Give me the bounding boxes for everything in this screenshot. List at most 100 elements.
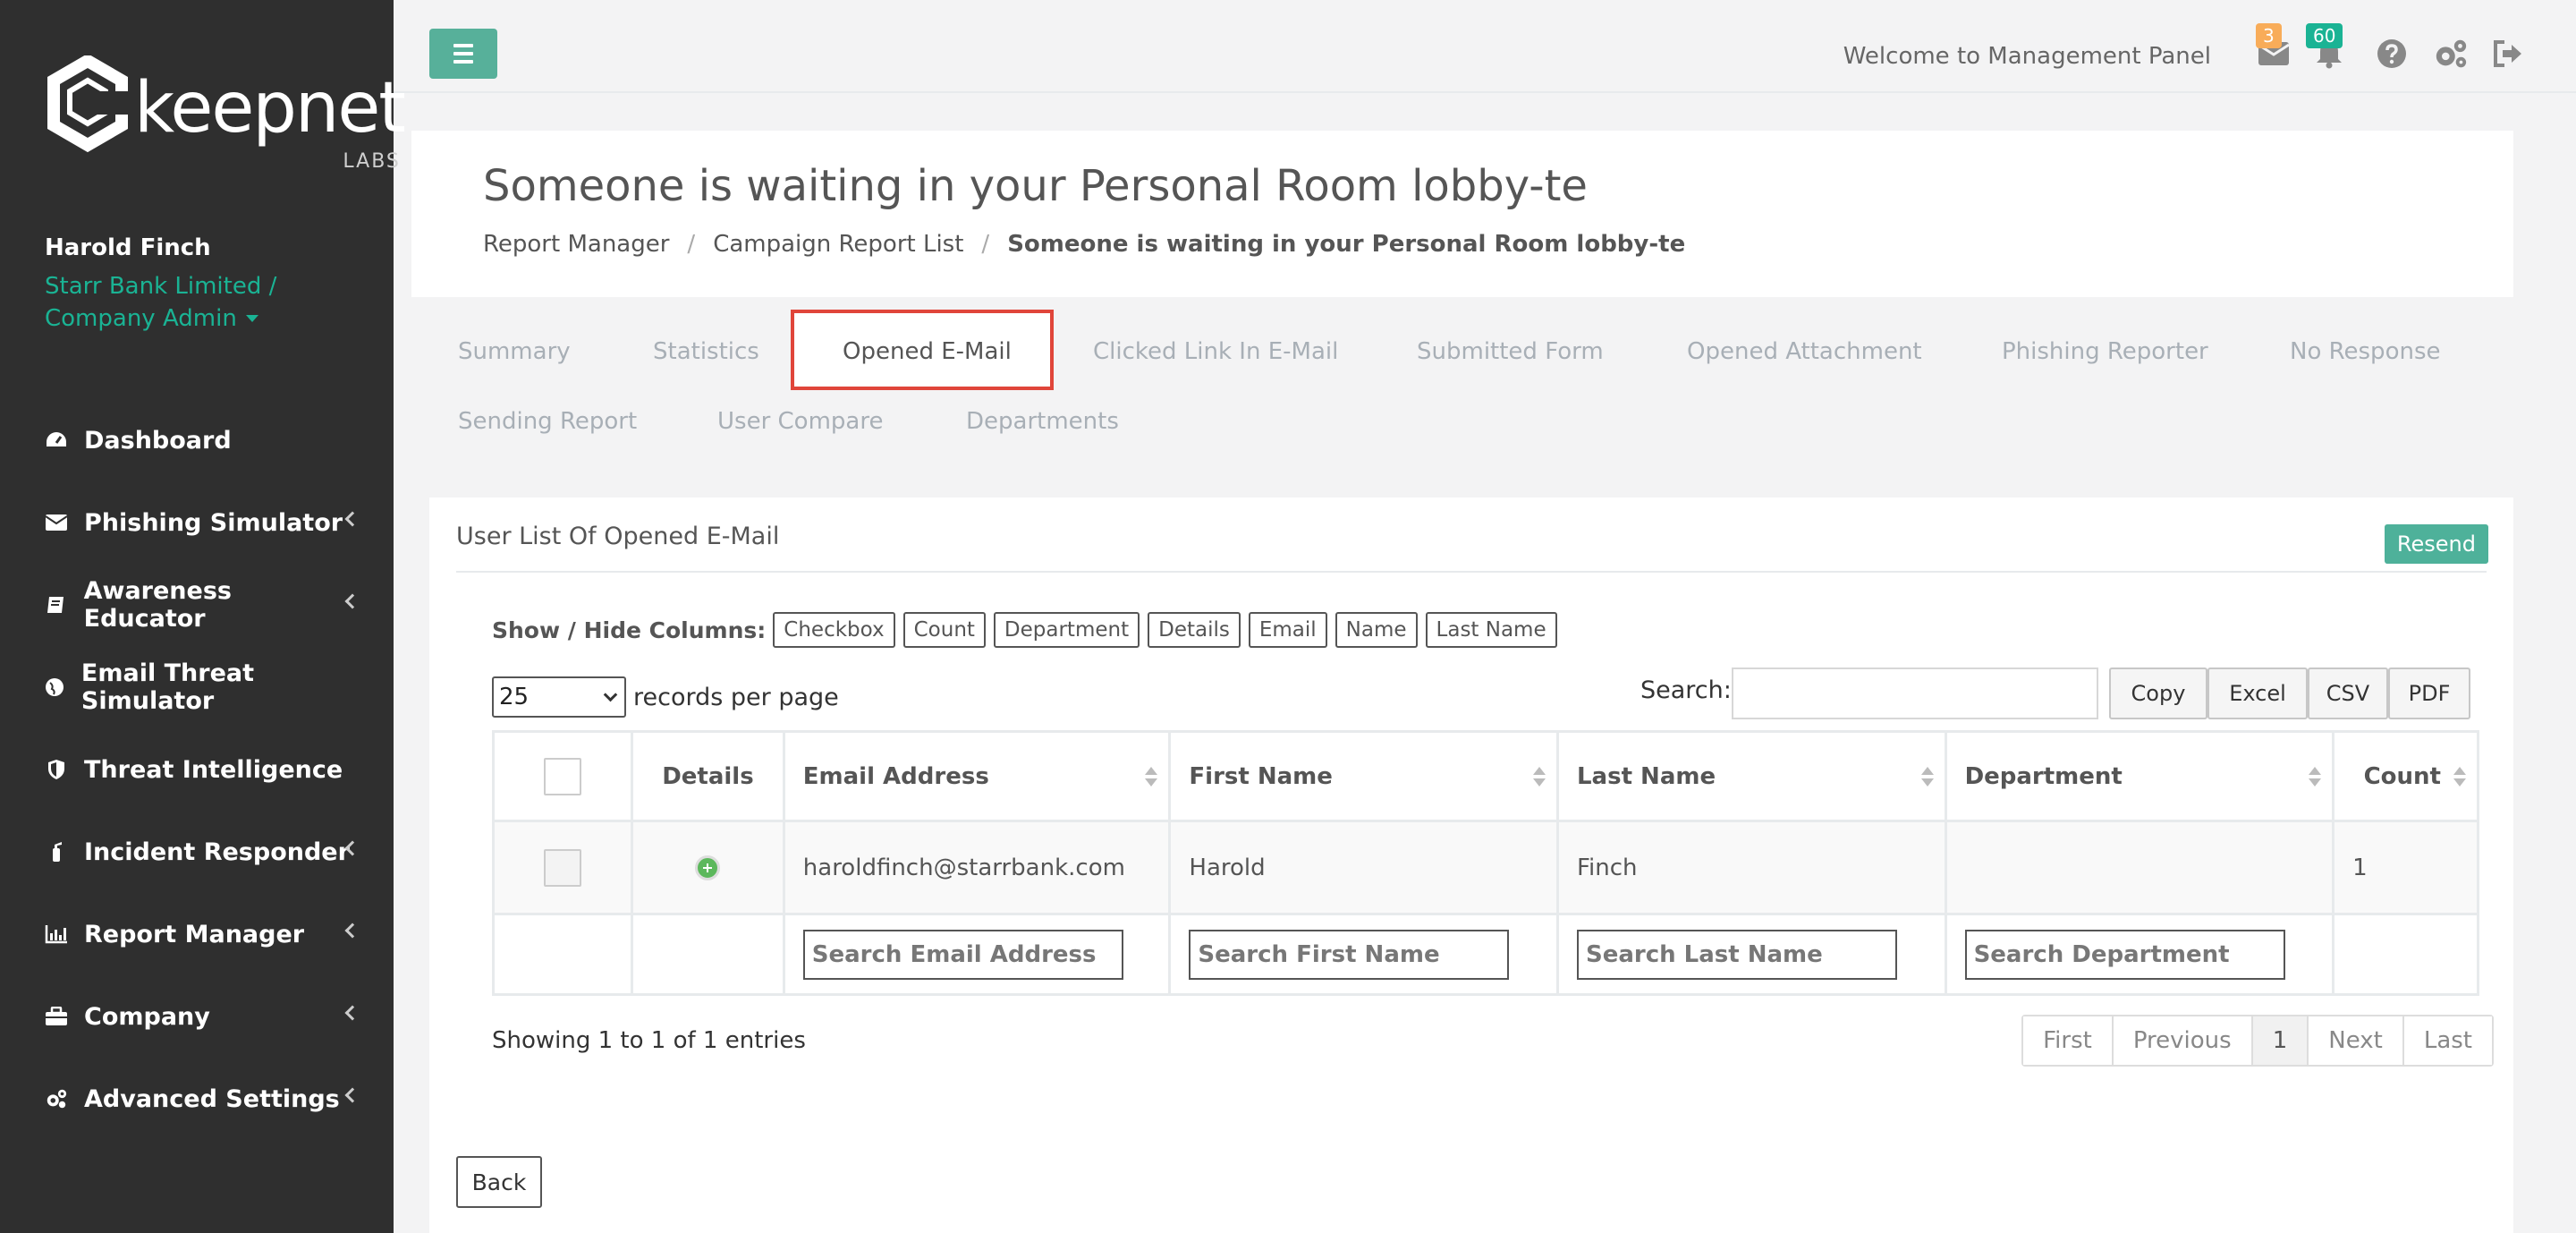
tab-clicked-link[interactable]: Clicked Link In E-Mail	[1093, 338, 1338, 365]
page-header: Someone is waiting in your Personal Room…	[411, 131, 2513, 297]
tab-statistics[interactable]: Statistics	[653, 338, 759, 365]
tab-no-response[interactable]: No Response	[2290, 338, 2441, 365]
tab-summary[interactable]: Summary	[458, 338, 571, 365]
tab-opened-email[interactable]: Opened E-Mail	[843, 338, 1012, 365]
user-profile: Harold Finch Starr Bank Limited / Compan…	[45, 234, 276, 335]
cell-first-name: Harold	[1168, 820, 1559, 915]
header-department[interactable]: Department	[1944, 730, 2335, 822]
logout-button[interactable]	[2490, 38, 2526, 70]
tab-sending-report[interactable]: Sending Report	[458, 408, 637, 435]
filter-empty-cell	[491, 913, 634, 996]
gears-icon	[45, 1087, 68, 1110]
breadcrumb-separator: /	[687, 231, 696, 258]
settings-button[interactable]	[2433, 38, 2469, 70]
header-email-address[interactable]: Email Address	[782, 730, 1172, 822]
help-button[interactable]	[2374, 38, 2410, 70]
sort-icon	[1145, 767, 1158, 788]
search-department-input[interactable]: Search Department	[1964, 929, 2285, 980]
page-previous-button[interactable]: Previous	[2113, 1016, 2253, 1065]
chevron-down-icon	[603, 687, 618, 702]
copy-button[interactable]: Copy	[2109, 668, 2207, 719]
toggle-checkbox-column[interactable]: Checkbox	[773, 612, 895, 648]
toggle-details-column[interactable]: Details	[1148, 612, 1241, 648]
sidebar-item-awareness-educator[interactable]: Awareness Educator	[0, 564, 394, 646]
notifications-button[interactable]: 60	[2306, 23, 2347, 70]
search-last-name-input[interactable]: Search Last Name	[1576, 929, 1897, 980]
chevron-left-icon	[344, 1005, 360, 1021]
row-details-cell	[631, 820, 785, 915]
excel-button[interactable]: Excel	[2207, 668, 2308, 719]
divider	[456, 571, 2487, 573]
page-next-button[interactable]: Next	[2309, 1016, 2404, 1065]
sidebar-item-dashboard[interactable]: Dashboard	[0, 399, 394, 481]
breadcrumb-report-manager[interactable]: Report Manager	[483, 231, 669, 258]
sidebar-item-incident-responder[interactable]: Incident Responder	[0, 811, 394, 893]
toggle-name-column[interactable]: Name	[1335, 612, 1418, 648]
keepnet-logo[interactable]: keepnet LABS	[43, 55, 406, 173]
search-input[interactable]	[1732, 668, 2098, 719]
resend-button[interactable]: Resend	[2384, 524, 2488, 564]
tab-user-compare[interactable]: User Compare	[717, 408, 883, 435]
expand-details-icon[interactable]	[695, 855, 721, 880]
sidebar-item-phishing-simulator[interactable]: Phishing Simulator	[0, 481, 394, 564]
page-first-button[interactable]: First	[2023, 1016, 2114, 1065]
header-details: Details	[631, 730, 785, 822]
tab-departments[interactable]: Departments	[966, 408, 1119, 435]
sidebar-item-label: Advanced Settings	[84, 1084, 340, 1113]
records-per-page-select[interactable]: 25	[492, 676, 626, 718]
user-company[interactable]: Starr Bank Limited /	[45, 270, 276, 302]
filter-empty-cell	[631, 913, 785, 996]
header-last-name[interactable]: Last Name	[1555, 730, 1947, 822]
header-label: Department	[1964, 762, 2123, 790]
cell-email: haroldfinch@starrbank.com	[782, 820, 1172, 915]
envelope-icon	[45, 511, 68, 534]
toggle-department-column[interactable]: Department	[993, 612, 1140, 648]
sidebar-item-email-threat-simulator[interactable]: Email Threat Simulator	[0, 646, 394, 728]
sidebar-item-report-manager[interactable]: Report Manager	[0, 893, 394, 975]
shield-icon	[45, 758, 68, 781]
sidebar-item-threat-intelligence[interactable]: Threat Intelligence	[0, 728, 394, 811]
header-label: First Name	[1189, 762, 1333, 790]
tab-opened-attachment[interactable]: Opened Attachment	[1687, 338, 1922, 365]
cell-last-name: Finch	[1555, 820, 1947, 915]
tab-phishing-reporter[interactable]: Phishing Reporter	[2002, 338, 2208, 365]
chevron-left-icon	[344, 1087, 360, 1103]
filter-empty-cell	[2332, 913, 2479, 996]
search-first-name-input[interactable]: Search First Name	[1189, 929, 1510, 980]
logo-mark-icon	[47, 55, 131, 153]
breadcrumb-campaign-report-list[interactable]: Campaign Report List	[713, 231, 963, 258]
search-email-address-input[interactable]: Search Email Address	[802, 929, 1123, 980]
sidebar-item-company[interactable]: Company	[0, 975, 394, 1058]
pagination: First Previous 1 Next Last	[2021, 1015, 2494, 1067]
sidebar-nav: Dashboard Phishing Simulator Awareness E…	[0, 399, 394, 1140]
pdf-button[interactable]: PDF	[2388, 668, 2470, 719]
user-role-dropdown[interactable]: Company Admin	[45, 302, 276, 335]
panel-title: User List Of Opened E-Mail	[456, 523, 780, 550]
toggle-count-column[interactable]: Count	[902, 612, 986, 648]
columns-label: Show / Hide Columns:	[492, 616, 767, 643]
logo-wordmark: keepnet	[134, 68, 406, 149]
toggle-last-name-column[interactable]: Last Name	[1425, 612, 1557, 648]
sidebar-item-label: Report Manager	[84, 920, 305, 948]
column-visibility-toggles: Show / Hide Columns: Checkbox Count Depa…	[492, 612, 1565, 648]
user-role: Company Admin	[45, 305, 237, 332]
header-label: Email Address	[802, 762, 989, 790]
toggle-email-column[interactable]: Email	[1248, 612, 1327, 648]
select-all-checkbox[interactable]	[544, 757, 582, 795]
page-last-button[interactable]: Last	[2403, 1016, 2492, 1065]
filter-department-cell: Search Department	[1944, 913, 2335, 996]
row-checkbox[interactable]	[544, 848, 582, 887]
logo-subtext: LABS	[343, 150, 401, 173]
back-button[interactable]: Back	[456, 1156, 542, 1208]
menu-toggle-button[interactable]	[429, 29, 497, 79]
header-first-name[interactable]: First Name	[1168, 730, 1559, 822]
header-count[interactable]: Count	[2332, 730, 2479, 822]
messages-button[interactable]: 3	[2256, 23, 2292, 70]
csv-button[interactable]: CSV	[2308, 668, 2388, 719]
sort-icon	[2309, 767, 2322, 788]
sidebar-item-advanced-settings[interactable]: Advanced Settings	[0, 1058, 394, 1140]
briefcase-icon	[45, 1005, 68, 1028]
sign-out-icon	[2494, 40, 2521, 67]
tab-submitted-form[interactable]: Submitted Form	[1417, 338, 1604, 365]
page-number-button[interactable]: 1	[2252, 1016, 2309, 1065]
